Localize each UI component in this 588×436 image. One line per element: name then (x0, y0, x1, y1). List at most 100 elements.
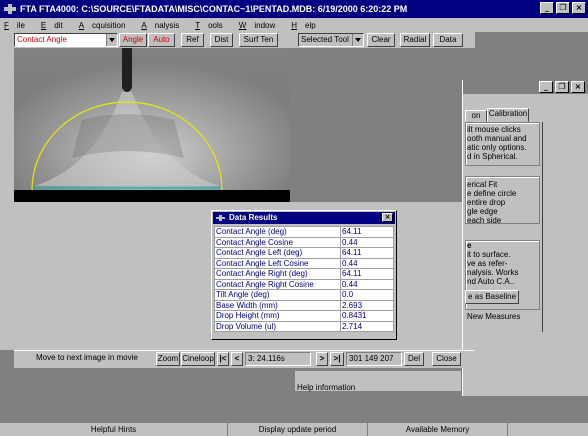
minimize-button[interactable]: _ (539, 81, 553, 93)
ref-button[interactable]: Ref (181, 33, 204, 47)
angle-button[interactable]: Angle (119, 33, 147, 47)
help-information: Help information (297, 383, 356, 392)
menu-bar: File Edit Acquisition Analysis Tools Win… (0, 18, 588, 32)
menu-analysis[interactable]: Analysis (141, 21, 187, 30)
result-value: 2.693 (340, 299, 394, 311)
drop-image-svg (14, 48, 290, 202)
table-row: Contact Angle Right Cosine 0.44 (214, 278, 394, 290)
result-label: Contact Angle Right Cosine (214, 278, 341, 290)
restore-button[interactable]: ❐ (556, 2, 570, 14)
result-label: Contact Angle Left (deg) (214, 247, 341, 259)
instructions-line-2: ooth manual and (467, 134, 527, 143)
menu-edit[interactable]: Edit (41, 21, 71, 30)
window-title: FTA FTA4000: C:\SOURCE\FTADATA\MISC\CONT… (20, 4, 408, 14)
result-value: 0.8431 (340, 310, 394, 322)
movie-hint: Move to next image in movie (36, 353, 138, 362)
pixel-readout: 301 149 207 (346, 352, 402, 366)
fit-line-5: each side (467, 216, 502, 225)
close-icon[interactable]: × (382, 213, 393, 222)
delete-button[interactable]: Del (404, 352, 424, 366)
menu-help[interactable]: Help (291, 21, 323, 30)
baseline-line-2: ve as refer- (467, 259, 508, 268)
clear-button[interactable]: Clear (367, 33, 395, 47)
title-bar[interactable]: FTA FTA4000: C:\SOURCE\FTADATA\MISC\CONT… (0, 0, 588, 18)
result-value: 0.44 (340, 257, 394, 269)
desktop-strip (0, 396, 588, 422)
surf-ten-button[interactable]: Surf Ten (239, 33, 278, 47)
auto-button[interactable]: Auto (148, 33, 175, 47)
fit-line-4: gle edge (467, 207, 498, 216)
minimize-button[interactable]: _ (540, 2, 554, 14)
status-helpful-hints: Helpful Hints (0, 423, 228, 436)
menu-acquisition[interactable]: Acquisition (79, 21, 134, 30)
result-label: Contact Angle Left Cosine (214, 257, 341, 269)
result-label: Contact Angle Right (deg) (214, 268, 341, 280)
instructions-line-4: d in Spherical. (467, 152, 518, 161)
table-row: Contact Angle (deg) 64.11 (214, 226, 394, 238)
table-row: Contact Angle Left (deg) 64.11 (214, 247, 394, 259)
result-label: Drop Height (mm) (214, 310, 341, 322)
close-button[interactable]: × (572, 2, 586, 14)
data-results-title-bar[interactable]: Data Results × (213, 212, 395, 224)
substrate (14, 190, 290, 202)
results-table: Contact Angle (deg) 64.11 Contact Angle Co… (214, 226, 394, 332)
app-icon[interactable] (4, 4, 16, 14)
result-value: 2.714 (340, 320, 394, 332)
status-update-period: Display update period (228, 423, 368, 436)
data-results-dialog[interactable]: Data Results × Contact Angle (deg) 64.11 C… (211, 210, 397, 340)
calibration-window[interactable]: _ ❐ × on Calibration ilt mouse clicks oo… (462, 80, 588, 398)
app-icon (216, 215, 225, 221)
restore-button[interactable]: ❐ (555, 81, 569, 93)
tab-calibration[interactable]: Calibration (487, 108, 529, 122)
result-value: 0.0 (340, 289, 394, 301)
mode-select[interactable]: Contact Angle (14, 33, 118, 47)
baseline-heading: e (467, 241, 472, 250)
first-frame-button[interactable]: |< (217, 352, 229, 366)
close-button[interactable]: × (571, 81, 585, 93)
result-label: Contact Angle Cosine (214, 236, 341, 248)
tool-select[interactable]: Selected Tool (298, 33, 364, 47)
table-row: Drop Volume (ul) 2.714 (214, 320, 394, 332)
frame-time-readout: 3: 24.116s (245, 352, 311, 366)
new-measures-label[interactable]: New Measures (467, 312, 520, 321)
table-row: Drop Height (mm) 0.8431 (214, 310, 394, 322)
result-label: Tilt Angle (deg) (214, 289, 341, 301)
menu-window[interactable]: Window (239, 21, 283, 30)
baseline-line-3: nalysis. Works (467, 268, 519, 277)
status-available-memory: Available Memory (368, 423, 508, 436)
data-button[interactable]: Data (433, 33, 463, 47)
data-results-title: Data Results (229, 213, 278, 222)
cineloop-button[interactable]: Cineloop (181, 352, 215, 366)
calibration-title-bar[interactable]: _ ❐ × (463, 80, 588, 94)
drop-image[interactable] (14, 48, 290, 202)
fit-line-1: erical Fit (467, 180, 498, 189)
chevron-down-icon[interactable] (352, 34, 363, 46)
last-frame-button[interactable]: >| (330, 352, 344, 366)
dist-button[interactable]: Dist (210, 33, 233, 47)
next-frame-button[interactable]: > (316, 352, 328, 366)
result-value: 64.11 (340, 226, 394, 238)
table-row: Contact Angle Left Cosine 0.44 (214, 257, 394, 269)
instructions-line-3: atic only options. (467, 143, 527, 152)
radial-button[interactable]: Radial (400, 33, 430, 47)
baseline-line-1: it to surface. (467, 250, 511, 259)
previous-frame-button[interactable]: < (231, 352, 243, 366)
fit-line-2: e define circle (467, 189, 517, 198)
table-row: Contact Angle Cosine 0.44 (214, 236, 394, 248)
zoom-button[interactable]: Zoom (156, 352, 180, 366)
chevron-down-icon[interactable] (106, 34, 117, 46)
result-label: Drop Volume (ul) (214, 320, 341, 332)
tab-previous[interactable]: on (465, 110, 487, 122)
menu-file[interactable]: File (4, 21, 33, 30)
result-label: Base Width (mm) (214, 299, 341, 311)
movie-close-button[interactable]: Close (432, 352, 461, 366)
save-as-baseline-button[interactable]: e as Baseline (465, 290, 519, 304)
result-value: 64.11 (340, 247, 394, 259)
fit-line-3: entire drop (467, 198, 506, 207)
result-value: 0.44 (340, 278, 394, 290)
status-extra (508, 423, 588, 436)
result-value: 64.11 (340, 268, 394, 280)
toolbar: Contact Angle Angle Auto Ref Dist Surf T… (0, 32, 475, 48)
status-bar: Helpful Hints Display update period Avai… (0, 422, 588, 436)
menu-tools[interactable]: Tools (195, 21, 231, 30)
